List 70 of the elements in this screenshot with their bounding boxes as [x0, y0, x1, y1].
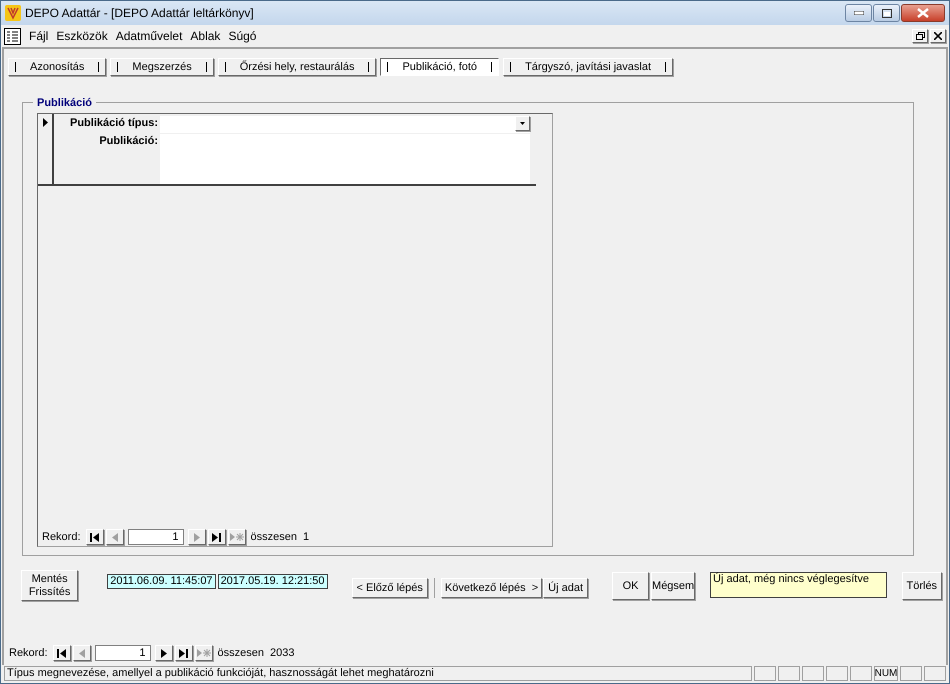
delete-button[interactable]: Törlés	[902, 572, 942, 600]
num-lock-indicator: NUM	[874, 666, 898, 681]
tab[interactable]: Megszerzés	[110, 58, 214, 76]
record-nav-button[interactable]	[174, 645, 193, 661]
menu-item[interactable]: Súgó	[228, 27, 256, 45]
status-panel	[754, 666, 776, 681]
form-icon[interactable]	[4, 28, 21, 44]
next-record-icon	[160, 648, 167, 658]
record-nav-button[interactable]	[86, 529, 104, 545]
record-total-label: összesen	[218, 646, 264, 661]
record-total: 2033	[270, 646, 294, 661]
menu-item[interactable]: Eszközök	[56, 27, 108, 45]
dropdown-button[interactable]	[515, 116, 530, 131]
restore-icon	[916, 32, 924, 40]
close-icon	[917, 8, 929, 18]
tab[interactable]: Tárgyszó, javítási javaslat	[503, 58, 673, 76]
previous-step-button[interactable]: < Előző lépés	[352, 578, 428, 598]
status-panel	[900, 666, 922, 681]
status-panel	[924, 666, 946, 681]
last-record-icon	[212, 532, 222, 542]
field-label: Publikáció típus:	[68, 116, 159, 131]
new-record-icon	[230, 532, 244, 542]
menu-item[interactable]: Fájl	[29, 27, 48, 45]
record-number-field[interactable]: 1	[128, 529, 184, 545]
new-record-button[interactable]: Új adat	[543, 578, 588, 598]
tab[interactable]: Őrzési hely, restaurálás	[218, 58, 376, 76]
status-message: Típus megnevezése, amellyel a publikáció funkcióját, hasznosságát lehet meghatározni	[4, 666, 752, 681]
previous-record-icon	[112, 532, 118, 542]
minimize-icon	[854, 11, 864, 15]
record-label: Rekord:	[42, 530, 81, 545]
record-total: 1	[303, 530, 310, 545]
first-record-icon	[90, 532, 100, 542]
record-total-label: összesen	[250, 530, 298, 545]
status-panel	[826, 666, 848, 681]
record-label: Rekord:	[9, 646, 48, 661]
close-icon	[934, 32, 942, 40]
status-note: Új adat, még nincs véglegesítve	[710, 572, 887, 598]
tab[interactable]: Azonosítás	[8, 58, 106, 76]
publication-text-field[interactable]	[160, 134, 530, 184]
status-panel	[850, 666, 872, 681]
first-record-icon	[57, 648, 66, 658]
menu-item[interactable]: Adatművelet	[116, 27, 182, 45]
record-nav-button[interactable]	[208, 529, 226, 545]
save-refresh-button[interactable]: Mentés Frissítés	[21, 570, 78, 601]
last-record-icon	[179, 648, 188, 658]
tab[interactable]: Publikáció, fotó	[380, 58, 500, 76]
maximize-icon	[882, 8, 892, 18]
restore-button[interactable]	[912, 29, 928, 43]
close-button[interactable]	[901, 4, 945, 22]
cancel-button[interactable]: Mégsem	[651, 572, 696, 600]
ok-button[interactable]: OK	[612, 572, 650, 600]
current-record-icon	[42, 118, 48, 127]
app-logo-icon	[5, 5, 21, 21]
minimize-button[interactable]	[845, 4, 872, 22]
window-title: DEPO Adattár - [DEPO Adattár leltárkönyv]	[25, 5, 254, 22]
menu-item[interactable]: Ablak	[190, 27, 220, 45]
timestamp-field: 2017.05.19. 12:21:50	[218, 574, 328, 589]
timestamp-field: 2011.06.09. 11:45:07	[107, 574, 216, 589]
record-number-field[interactable]: 1	[94, 645, 151, 661]
next-step-button[interactable]: Következő lépés >	[440, 578, 542, 598]
next-record-icon	[194, 532, 200, 542]
field-label: Publikáció:	[98, 134, 159, 149]
record-nav-button[interactable]	[52, 645, 71, 661]
previous-record-icon	[78, 648, 85, 658]
maximize-button[interactable]	[873, 4, 900, 22]
record-nav-button[interactable]	[154, 645, 173, 661]
caret-icon	[520, 122, 525, 125]
status-panel	[802, 666, 824, 681]
status-panel	[778, 666, 800, 681]
new-record-icon	[196, 648, 211, 658]
